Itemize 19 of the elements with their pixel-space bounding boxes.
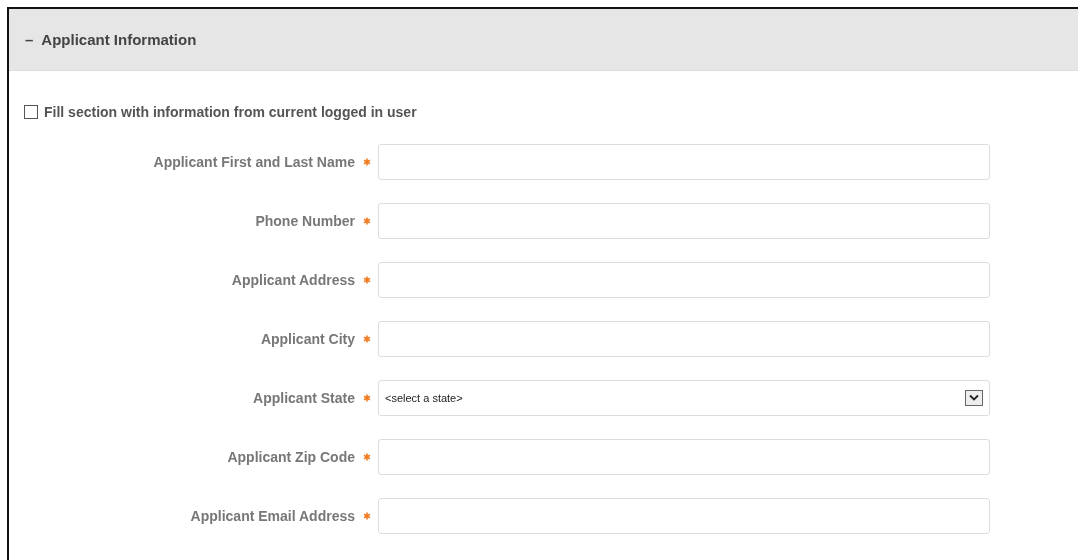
state-dropdown[interactable]: <select a state> <box>378 379 990 416</box>
field-label: Applicant Email Address <box>189 507 355 524</box>
field-label: Applicant Zip Code <box>226 448 355 465</box>
text-input[interactable] <box>378 202 990 239</box>
field-label: Applicant City <box>259 330 355 347</box>
prefill-checkbox[interactable] <box>24 105 38 119</box>
text-input[interactable] <box>378 497 990 534</box>
text-input[interactable] <box>378 261 990 298</box>
field-label: Applicant State <box>252 389 355 406</box>
field-label: Phone Number <box>254 212 355 229</box>
field-label: Applicant Address <box>230 271 355 288</box>
section-header[interactable]: – Applicant Information <box>9 9 1078 71</box>
field-label: Applicant First and Last Name <box>152 153 355 170</box>
collapse-toggle[interactable]: – <box>25 31 34 48</box>
section-title: Applicant Information <box>41 31 197 48</box>
text-input[interactable] <box>378 143 990 180</box>
text-input[interactable] <box>378 320 990 357</box>
prefill-label: Fill section with information from current logged in user <box>44 104 417 120</box>
text-input[interactable] <box>378 438 990 475</box>
